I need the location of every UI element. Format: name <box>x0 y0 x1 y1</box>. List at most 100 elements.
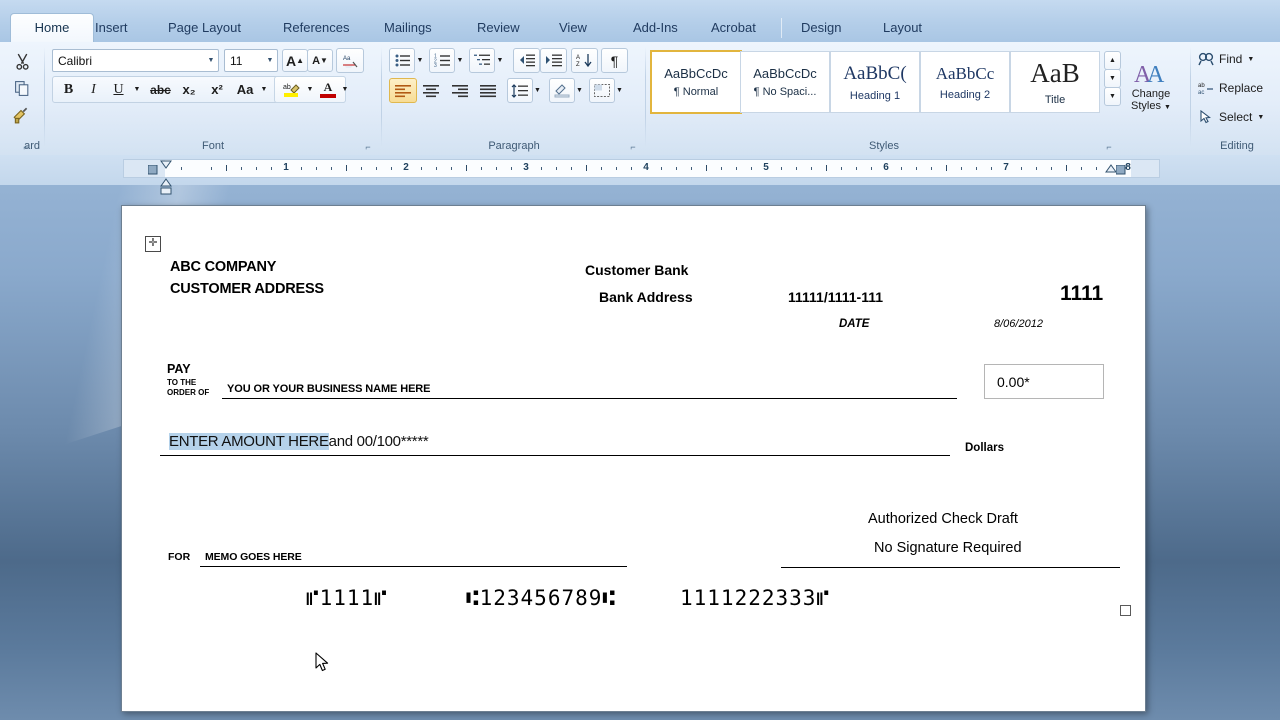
shading-chevron-down-icon[interactable]: ▼ <box>573 78 586 103</box>
superscript-button[interactable]: x² <box>203 78 231 101</box>
group-clipboard: ard ⌐ <box>0 42 40 155</box>
tab-review-label: Review <box>477 20 520 35</box>
check-payee-value[interactable]: YOU OR YOUR BUSINESS NAME HERE <box>227 383 430 395</box>
subscript-button[interactable]: x₂ <box>175 78 203 101</box>
check-amount-words[interactable]: ENTER AMOUNT HEREand 00/100***** <box>169 433 429 450</box>
tab-design[interactable]: Design <box>790 14 852 42</box>
bullets-icon[interactable] <box>389 48 415 73</box>
styles-scroll-up-button[interactable]: ▲ <box>1104 51 1121 70</box>
tab-insert[interactable]: Insert <box>84 14 139 42</box>
select-button[interactable]: Select ▼ <box>1198 110 1264 124</box>
change-styles-button[interactable]: AA Change Styles ▼ <box>1126 48 1176 124</box>
highlight-chevron-down-icon[interactable]: ▼ <box>303 78 317 101</box>
replace-button[interactable]: ab ac Replace <box>1198 81 1263 95</box>
style-title[interactable]: AaB Title <box>1010 51 1100 113</box>
tab-stop-marker[interactable] <box>147 162 158 180</box>
align-right-icon[interactable] <box>446 78 474 103</box>
find-chevron-down-icon[interactable]: ▼ <box>1247 56 1254 63</box>
decrease-indent-icon[interactable] <box>513 48 540 73</box>
tab-insert-label: Insert <box>95 20 128 35</box>
clipboard-dialog-launcher[interactable]: ⌐ <box>20 141 32 153</box>
tab-view[interactable]: View <box>548 14 598 42</box>
line-spacing-icon[interactable] <box>507 78 533 103</box>
check-amount-box[interactable]: 0.00* <box>984 364 1104 399</box>
first-line-indent-marker[interactable] <box>160 156 172 174</box>
borders-icon[interactable] <box>589 78 615 103</box>
check-micr-routing: ⑆123456789⑆ <box>466 586 616 610</box>
styles-scroll-down-button[interactable]: ▼ <box>1104 69 1121 88</box>
clear-formatting-icon[interactable]: Aa <box>336 48 364 73</box>
tab-page-layout[interactable]: Page Layout <box>157 14 252 42</box>
bold-button[interactable]: B <box>56 78 81 101</box>
multilevel-list-icon[interactable] <box>469 48 495 73</box>
sort-icon[interactable]: AZ <box>571 48 598 73</box>
table-move-handle[interactable]: ✛ <box>145 236 161 252</box>
change-case-button[interactable]: Aa <box>231 78 259 101</box>
styles-dialog-launcher[interactable]: ⌐ <box>1103 141 1115 153</box>
ruler-track[interactable]: 1 2 3 4 5 6 7 8 <box>123 156 1160 195</box>
check-dollars-label: Dollars <box>965 442 1004 454</box>
paragraph-dialog-launcher[interactable]: ⌐ <box>627 141 639 153</box>
style-heading-2[interactable]: AaBbCc Heading 2 <box>920 51 1010 113</box>
tab-add-ins[interactable]: Add-Ins <box>622 14 689 42</box>
ribbon: Home Insert Page Layout References Maili… <box>0 0 1280 156</box>
underline-chevron-down-icon[interactable]: ▼ <box>130 78 144 101</box>
subscript-label: x₂ <box>182 82 196 97</box>
svg-text:ac: ac <box>1198 90 1204 95</box>
check-memo-value[interactable]: MEMO GOES HERE <box>205 551 302 563</box>
tab-home[interactable]: Home <box>10 13 94 43</box>
left-indent-marker[interactable] <box>160 182 172 200</box>
numbering-chevron-down-icon[interactable]: ▼ <box>453 48 467 73</box>
check-amount-value: 0.00* <box>997 373 1030 390</box>
horizontal-ruler[interactable]: 1 2 3 4 5 6 7 8 <box>0 155 1280 195</box>
multilevel-chevron-down-icon[interactable]: ▼ <box>493 48 507 73</box>
chevron-down-icon[interactable]: ▼ <box>204 57 218 64</box>
text-highlight-color-icon[interactable]: ab <box>277 78 305 101</box>
borders-chevron-down-icon[interactable]: ▼ <box>613 78 626 103</box>
group-divider <box>381 47 382 147</box>
tab-references[interactable]: References <box>272 14 360 42</box>
style-name: Heading 1 <box>849 89 901 102</box>
change-case-chevron-down-icon[interactable]: ▼ <box>257 78 271 101</box>
shading-icon[interactable] <box>549 78 575 103</box>
tab-acrobat[interactable]: Acrobat <box>700 14 767 42</box>
tab-stop-marker[interactable] <box>1115 162 1126 180</box>
cut-icon[interactable] <box>8 48 36 74</box>
style-normal[interactable]: AaBbCcDc ¶ Normal <box>650 50 742 114</box>
styles-more-button[interactable]: ▼ <box>1104 87 1121 106</box>
line-spacing-chevron-down-icon[interactable]: ▼ <box>531 78 544 103</box>
style-preview: AaBbC( <box>843 62 907 84</box>
grow-font-button[interactable]: A ▲ <box>282 49 308 72</box>
font-color-icon[interactable]: A <box>316 78 340 101</box>
format-painter-icon[interactable] <box>6 102 36 128</box>
document-page[interactable]: ✛ ABC COMPANY CUSTOMER ADDRESS Customer … <box>121 205 1146 712</box>
font-name-combo[interactable]: Calibri ▼ <box>52 49 219 72</box>
strikethrough-button[interactable]: abc <box>146 78 175 101</box>
font-size-combo[interactable]: 11 ▼ <box>224 49 278 72</box>
increase-indent-icon[interactable] <box>540 48 567 73</box>
italic-button[interactable]: I <box>81 78 106 101</box>
align-left-icon[interactable] <box>389 78 417 103</box>
group-divider <box>44 47 45 147</box>
style-heading-1[interactable]: AaBbC( Heading 1 <box>830 51 920 113</box>
align-center-icon[interactable] <box>417 78 445 103</box>
justify-icon[interactable] <box>474 78 502 103</box>
table-resize-handle[interactable] <box>1120 605 1131 616</box>
check-amount-words-selected[interactable]: ENTER AMOUNT HERE <box>169 433 329 450</box>
chevron-down-icon[interactable]: ▼ <box>263 57 277 64</box>
style-no-spacing[interactable]: AaBbCcDc ¶ No Spaci... <box>740 51 830 113</box>
tab-mailings[interactable]: Mailings <box>373 14 443 42</box>
tab-layout[interactable]: Layout <box>872 14 933 42</box>
font-dialog-launcher[interactable]: ⌐ <box>362 141 374 153</box>
numbering-icon[interactable]: 123 <box>429 48 455 73</box>
underline-button[interactable]: U <box>106 78 131 101</box>
style-preview: AaBbCcDc <box>753 66 817 81</box>
find-button[interactable]: Find ▼ <box>1198 52 1254 66</box>
bullets-chevron-down-icon[interactable]: ▼ <box>413 48 427 73</box>
font-color-chevron-down-icon[interactable]: ▼ <box>338 78 352 101</box>
tab-review[interactable]: Review <box>466 14 531 42</box>
shrink-font-button[interactable]: A ▼ <box>307 49 333 72</box>
show-formatting-marks-button[interactable]: ¶ <box>601 48 628 73</box>
copy-icon[interactable] <box>8 75 36 101</box>
select-chevron-down-icon[interactable]: ▼ <box>1257 114 1264 121</box>
